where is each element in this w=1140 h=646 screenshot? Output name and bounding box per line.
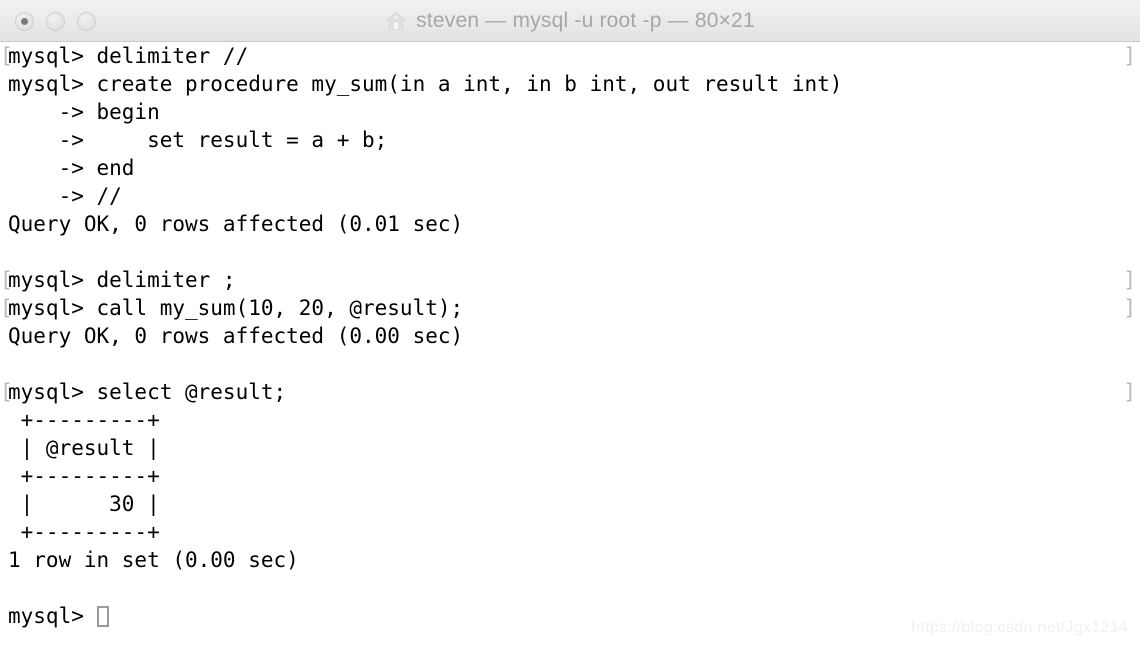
terminal-line-text: +---------+ xyxy=(8,520,160,544)
prompt-mark-left: [ xyxy=(0,44,13,68)
terminal-line: [] mysql> delimiter ; xyxy=(0,266,1140,294)
prompt-mark-left: [ xyxy=(0,268,13,292)
terminal-line-text: Query OK, 0 rows affected (0.00 sec) xyxy=(8,324,464,348)
terminal-line-text: -> end xyxy=(8,156,135,180)
terminal-line-text: | @result | xyxy=(8,436,160,460)
terminal-line-text: +---------+ xyxy=(8,464,160,488)
terminal-line-text: | 30 | xyxy=(8,492,160,516)
minimize-button[interactable] xyxy=(46,11,65,31)
home-icon xyxy=(385,12,407,30)
terminal-line: Query OK, 0 rows affected (0.01 sec) xyxy=(0,210,1140,238)
terminal-line-text: mysql> create procedure my_sum(in a int,… xyxy=(8,72,843,96)
terminal-line-text: -> // xyxy=(8,184,122,208)
terminal-line: +---------+ xyxy=(0,518,1140,546)
prompt-mark-left: [ xyxy=(0,296,13,320)
terminal-line-text: -> set result = a + b; xyxy=(8,128,388,152)
terminal-line-text: -> begin xyxy=(8,100,160,124)
terminal-line-text: mysql> xyxy=(8,604,97,628)
terminal-line-text: mysql> delimiter ; xyxy=(8,268,236,292)
prompt-mark-right: ] xyxy=(1123,268,1136,292)
terminal-line-text: Query OK, 0 rows affected (0.01 sec) xyxy=(8,212,464,236)
terminal-line: Query OK, 0 rows affected (0.00 sec) xyxy=(0,322,1140,350)
terminal-line-text: mysql> select @result; xyxy=(8,380,287,404)
watermark: https://blog.csdn.net/Jgx1214 xyxy=(911,619,1128,636)
terminal-line-text: 1 row in set (0.00 sec) xyxy=(8,548,299,572)
maximize-button[interactable] xyxy=(77,11,96,31)
traffic-light-buttons xyxy=(15,0,96,42)
text-cursor[interactable] xyxy=(96,606,109,627)
window-title-group: steven — mysql -u root -p — 80×21 xyxy=(0,0,1140,42)
prompt-mark-left: [ xyxy=(0,380,13,404)
window-titlebar[interactable]: steven — mysql -u root -p — 80×21 xyxy=(0,0,1140,42)
terminal-line-text: +---------+ xyxy=(8,408,160,432)
terminal-line: mysql> create procedure my_sum(in a int,… xyxy=(0,70,1140,98)
terminal-line: -> set result = a + b; xyxy=(0,126,1140,154)
terminal-line: -> end xyxy=(0,154,1140,182)
close-button[interactable] xyxy=(15,11,34,31)
terminal-line: [] mysql> delimiter // xyxy=(0,42,1140,70)
terminal-window: steven — mysql -u root -p — 80×21 [] mysq… xyxy=(0,0,1140,646)
terminal-line: | 30 | xyxy=(0,490,1140,518)
window-title: steven — mysql -u root -p — 80×21 xyxy=(416,9,755,32)
prompt-mark-right: ] xyxy=(1123,380,1136,404)
terminal-line: +---------+ xyxy=(0,462,1140,490)
terminal-line: -> // xyxy=(0,182,1140,210)
terminal-line: 1 row in set (0.00 sec) xyxy=(0,546,1140,574)
terminal-line: +---------+ xyxy=(0,406,1140,434)
terminal-line: | @result | xyxy=(0,434,1140,462)
prompt-mark-right: ] xyxy=(1123,44,1136,68)
terminal-line: -> begin xyxy=(0,98,1140,126)
terminal-line-text: mysql> call my_sum(10, 20, @result); xyxy=(8,296,464,320)
terminal-line-text: mysql> delimiter // xyxy=(8,44,249,68)
prompt-mark-right: ] xyxy=(1123,296,1136,320)
terminal-output-area[interactable]: [] mysql> delimiter // mysql> create proce… xyxy=(0,42,1140,646)
terminal-line: [] mysql> select @result; xyxy=(0,378,1140,406)
terminal-line: [] mysql> call my_sum(10, 20, @result); xyxy=(0,294,1140,322)
